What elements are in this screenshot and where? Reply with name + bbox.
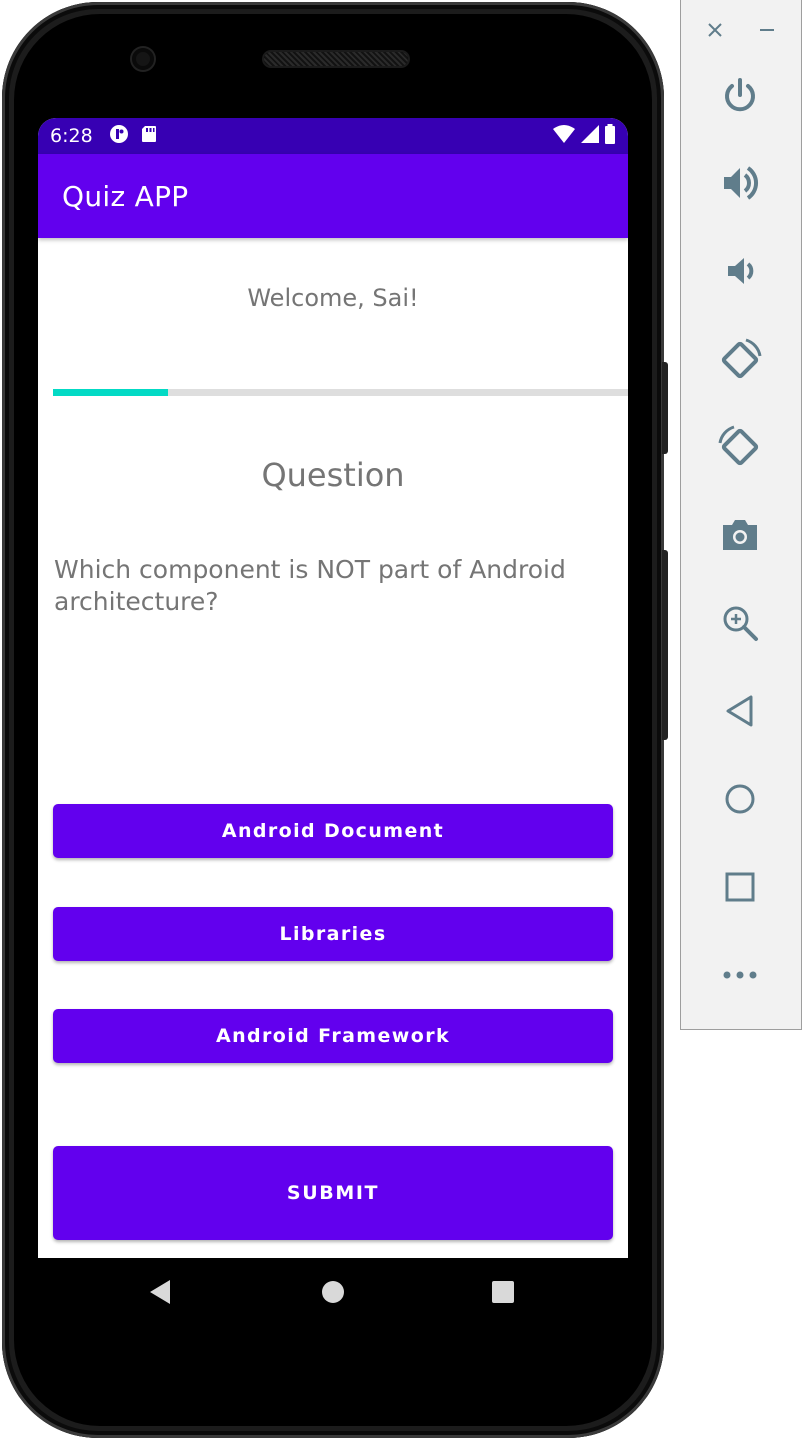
toolbar-more-button[interactable]: [717, 952, 763, 998]
toolbar-home-button[interactable]: [717, 776, 763, 822]
option-button-libraries[interactable]: Libraries: [53, 907, 613, 961]
question-heading: Question: [261, 456, 405, 494]
zoom-button[interactable]: [717, 600, 763, 646]
rotate-left-button[interactable]: [717, 337, 763, 383]
rotate-left-icon: [716, 336, 764, 384]
welcome-text: Welcome, Sai!: [247, 284, 419, 312]
nav-back-button[interactable]: [146, 1279, 174, 1310]
rotate-right-icon: [716, 423, 764, 471]
minimize-icon[interactable]: [759, 22, 775, 43]
option-button-android-document[interactable]: Android Document: [53, 804, 613, 858]
toolbar-window-controls: [681, 18, 801, 42]
system-nav-bar: [38, 1258, 628, 1330]
volume-up-button[interactable]: [717, 160, 763, 206]
nav-home-button[interactable]: [319, 1280, 347, 1308]
camera-icon: [720, 517, 760, 553]
earpiece-speaker: [264, 52, 408, 66]
sd-card-icon: [141, 125, 157, 148]
back-icon: [725, 694, 755, 728]
home-icon: [321, 1280, 345, 1309]
toolbar-back-button[interactable]: [717, 688, 763, 734]
nav-recents-button[interactable]: [489, 1280, 517, 1308]
volume-down-icon: [722, 253, 758, 289]
recents-icon: [492, 1280, 514, 1308]
volume-down-button[interactable]: [717, 248, 763, 294]
quiz-progress-bar: [53, 389, 628, 396]
back-icon: [148, 1279, 172, 1310]
wifi-icon: [552, 124, 576, 149]
rotate-right-button[interactable]: [717, 424, 763, 470]
power-button[interactable]: [717, 73, 763, 119]
side-power-key: [662, 362, 668, 454]
battery-icon: [604, 123, 616, 149]
close-icon[interactable]: [707, 22, 723, 43]
home-icon: [724, 783, 756, 815]
cellular-signal-icon: [580, 124, 600, 149]
side-volume-key: [662, 550, 668, 740]
screenshot-button[interactable]: [717, 512, 763, 558]
app-title: Quiz APP: [62, 179, 189, 213]
overview-icon: [725, 872, 755, 902]
status-bar: 6:28: [38, 118, 628, 154]
device-screen: 6:28 Quiz APP Welcome, Sai! Question Whi…: [38, 118, 628, 1258]
zoom-icon: [721, 604, 759, 642]
status-right-icons: [552, 123, 616, 149]
toolbar-overview-button[interactable]: [717, 864, 763, 910]
status-left-icons: [109, 124, 157, 149]
front-camera: [132, 48, 154, 70]
power-icon: [721, 77, 759, 115]
question-text: Which component is NOT part of Android a…: [54, 555, 566, 616]
more-icon: [722, 970, 758, 980]
quiz-progress-fill: [53, 389, 168, 396]
app-notification-icon: [109, 124, 129, 149]
option-button-android-framework[interactable]: Android Framework: [53, 1009, 613, 1063]
volume-up-icon: [720, 163, 760, 203]
emulator-toolbar: [680, 0, 802, 1030]
app-bar: Quiz APP: [38, 154, 628, 238]
status-time: 6:28: [50, 125, 93, 147]
submit-button[interactable]: SUBMIT: [53, 1146, 613, 1240]
